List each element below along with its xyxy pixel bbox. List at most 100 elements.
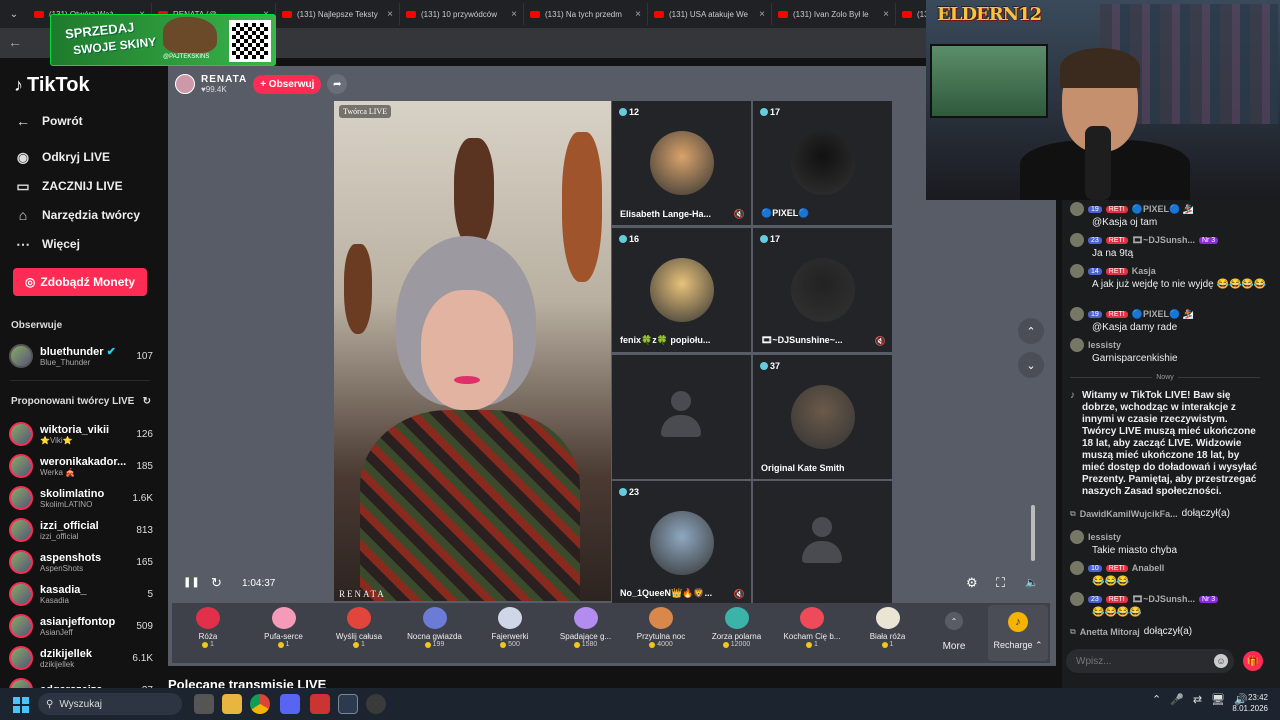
taskbar-clock[interactable]: 23:42 8.01.2026 [1228, 692, 1268, 714]
chat-username[interactable]: Anabell [1132, 563, 1165, 573]
next-stream-button[interactable]: ⌄ [1018, 352, 1044, 378]
pause-icon[interactable]: ❚❚ [183, 577, 200, 588]
chat-username[interactable]: 🔵PIXEL🔵 🏂 [1132, 204, 1194, 215]
browser-tab[interactable]: (131) 10 przywódców × [400, 3, 524, 25]
close-icon[interactable]: × [387, 9, 393, 20]
gift-item[interactable]: Wyślij całusa 1 [323, 605, 395, 661]
join-username[interactable]: Anetta Mitoraj [1080, 627, 1140, 637]
microphone-icon[interactable]: 🎤 [1170, 693, 1184, 706]
creator-item[interactable]: bluethunder ✔ Blue_Thunder 107 [9, 341, 153, 371]
sidebar-item-1[interactable]: ▭ ZACZNIJ LIVE [14, 175, 122, 197]
close-icon[interactable]: × [759, 9, 765, 20]
more-gifts-button[interactable]: ⌃ More [936, 605, 972, 661]
fullscreen-icon[interactable]: ⛶ [996, 575, 1005, 591]
creator-item[interactable]: kasadia_ Kasadia 5 [9, 579, 153, 609]
gift-item[interactable]: Kocham Cię b... 1 [776, 605, 848, 661]
volume-slider[interactable] [1031, 505, 1035, 561]
creator-item[interactable]: edgarszeiza37 [9, 675, 153, 688]
guest-tile[interactable]: 17 🔵PIXEL🔵 [753, 101, 892, 225]
sidebar-item-2[interactable]: ⌂ Narzędzia twórcy [14, 204, 140, 226]
creator-item[interactable]: skolimlatino SkolimLATINO 1.6K [9, 483, 153, 513]
browser-tab[interactable]: (131) USA atakuje We × [648, 3, 772, 25]
creator-item[interactable]: dzikijellek dzikijellek 6.1K [9, 643, 153, 673]
gift-item[interactable]: Pufa-serce 1 [248, 605, 320, 661]
chat-avatar[interactable] [1070, 338, 1084, 352]
discord-icon[interactable] [280, 694, 300, 714]
chat-avatar[interactable] [1070, 592, 1084, 606]
host-name[interactable]: RENATA [201, 74, 247, 85]
chat-avatar[interactable] [1070, 530, 1084, 544]
guest-tile[interactable] [753, 481, 892, 605]
chat-avatar[interactable] [1070, 264, 1084, 278]
gift-item[interactable]: Przytulna noc 4000 [625, 605, 697, 661]
guest-tile[interactable]: 17 🎞~DJSunshine~... 🔇 [753, 228, 892, 352]
creator-item[interactable]: aspenshots AspenShots 165 [9, 547, 153, 577]
taskbar-search[interactable]: ⚲ Wyszukaj [38, 693, 182, 715]
chat-username[interactable]: 🔵PIXEL🔵 🏂 [1132, 309, 1194, 320]
previous-stream-button[interactable]: ⌃ [1018, 318, 1044, 344]
gift-item[interactable]: Spadające g... 1580 [550, 605, 622, 661]
creator-subname: AsianJeff [40, 627, 73, 637]
emoji-icon[interactable]: ☺ [1214, 654, 1228, 668]
chat-username[interactable]: 🎞~DJSunsh... [1132, 235, 1195, 246]
guest-tile[interactable]: 23 No_1QueeN👑🔥🦁... 🔇 [612, 481, 751, 605]
creator-item[interactable]: wiktoria_vikii ⭐Viki⭐ 126 [9, 419, 153, 449]
recharge-button[interactable]: ♪ Recharge ⌃ [988, 605, 1048, 661]
chat-username[interactable]: lessisty [1088, 340, 1121, 350]
display-icon[interactable]: 🖥 [1211, 693, 1225, 706]
gift-item[interactable]: Róża 1 [172, 605, 244, 661]
chrome-icon[interactable] [250, 694, 270, 714]
guest-tile[interactable]: 16 fenix🍀z🍀 popiołu... [612, 228, 751, 352]
settings-icon[interactable]: ⚙ [966, 575, 978, 591]
chat-avatar[interactable] [1070, 233, 1084, 247]
app-icon-red[interactable] [310, 694, 330, 714]
chat-input[interactable] [1066, 649, 1234, 673]
sidebar-item-3[interactable]: ⋯ Więcej [14, 233, 80, 255]
gift-icon[interactable]: 🎁 [1243, 651, 1263, 671]
windows-start-icon[interactable] [13, 697, 29, 713]
network-icon[interactable]: ⇄ [1193, 693, 1202, 706]
gift-item[interactable]: Zorza polarna 12000 [701, 605, 773, 661]
chat-avatar[interactable] [1070, 202, 1084, 216]
share-icon[interactable]: ➦ [327, 74, 348, 94]
browser-back-button[interactable]: ← [8, 34, 22, 50]
task-view-icon[interactable] [194, 694, 214, 714]
sidebar-item-0[interactable]: ◉ Odkryj LIVE [14, 146, 110, 168]
avatar [9, 518, 33, 542]
creator-item[interactable]: izzi_official izzi_official 813 [9, 515, 153, 545]
obs-icon[interactable] [366, 694, 386, 714]
sidebar-item-label: Odkryj LIVE [42, 150, 111, 164]
reload-icon[interactable]: ↻ [211, 575, 222, 591]
back-link[interactable]: ← Powrót [14, 110, 83, 132]
creator-item[interactable]: asianjeffontop AsianJeff 509 [9, 611, 153, 641]
chat-username[interactable]: Kasja [1132, 266, 1156, 276]
creator-item[interactable]: weronikakador... Werka 🎪 185 [9, 451, 153, 481]
gift-item[interactable]: Nocna gwiazda 199 [399, 605, 471, 661]
get-coins-button[interactable]: ◎ Zdobądź Monety [13, 268, 147, 296]
guest-tile[interactable]: 37 Original Kate Smith [753, 355, 892, 479]
browser-tab[interactable]: (131) Najlepsze Teksty × [276, 3, 400, 25]
chat-username[interactable]: lessisty [1088, 532, 1121, 542]
gift-item[interactable]: Biała róża 1 [852, 605, 924, 661]
guest-tile[interactable]: 12 Elisabeth Lange-Ha... 🔇 [612, 101, 751, 225]
browser-tab[interactable]: (131) Ivan Zolo Był le × [772, 3, 896, 25]
join-username[interactable]: DawidKamilWujcikFa... [1080, 509, 1178, 519]
guest-tile[interactable] [612, 355, 751, 479]
file-explorer-icon[interactable] [222, 694, 242, 714]
chat-username[interactable]: 🎞~DJSunsh... [1132, 594, 1195, 605]
close-icon[interactable]: × [883, 9, 889, 20]
close-icon[interactable]: × [635, 9, 641, 20]
volume-icon[interactable]: 🔈 [1025, 576, 1039, 589]
host-avatar[interactable] [175, 74, 195, 94]
chat-avatar[interactable] [1070, 307, 1084, 321]
gift-item[interactable]: Fajerwerki 500 [474, 605, 546, 661]
browser-tab[interactable]: (131) Na tych przedm × [524, 3, 648, 25]
chat-avatar[interactable] [1070, 561, 1084, 575]
tab-search-menu[interactable]: ⌄ [0, 9, 28, 20]
follow-button[interactable]: + Obserwuj [253, 74, 322, 94]
close-icon[interactable]: × [511, 9, 517, 20]
tiktok-logo[interactable]: ♪ TikTok [14, 74, 90, 97]
show-hidden-icons[interactable]: ⌃ [1152, 693, 1161, 706]
refresh-icon[interactable]: ↻ [143, 396, 151, 407]
app-icon-box[interactable] [338, 694, 358, 714]
